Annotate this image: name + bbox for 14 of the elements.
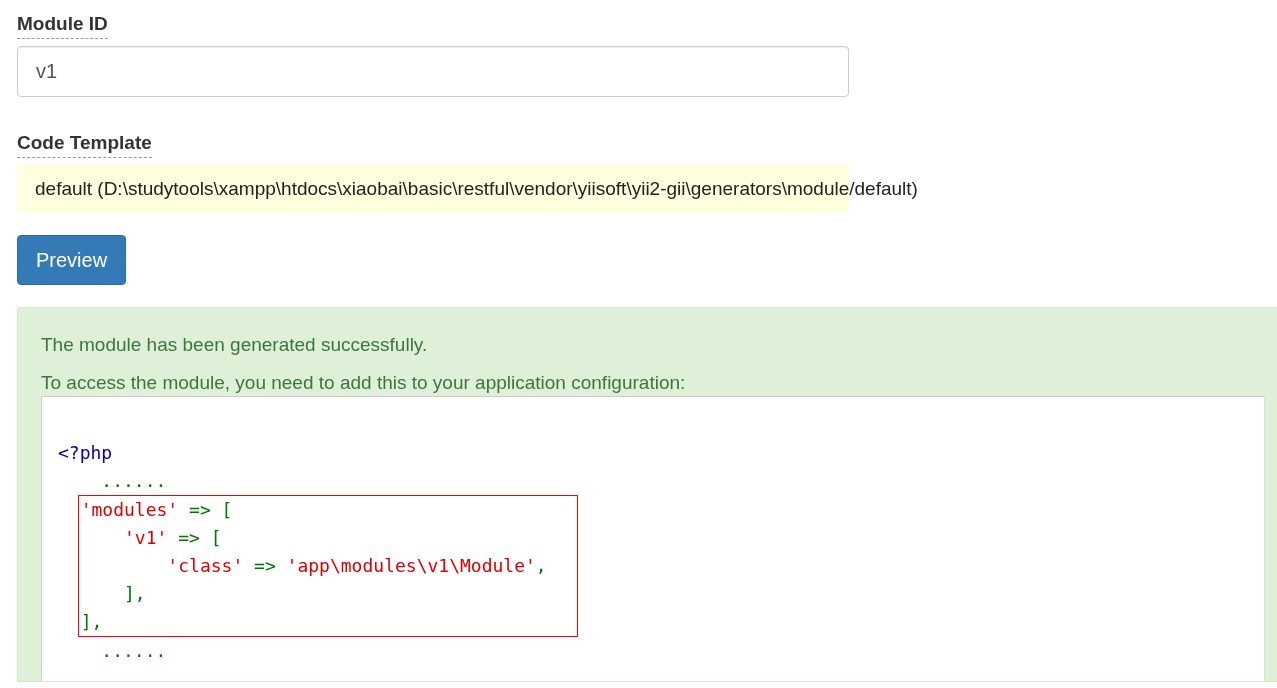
code-line: ], <box>79 610 104 634</box>
code-line: 'modules' => [ <box>79 498 234 522</box>
module-id-field[interactable]: v1 <box>17 46 849 97</box>
code-line: <?php <box>58 441 114 465</box>
preview-button[interactable]: Preview <box>17 235 127 285</box>
field-label: Module ID <box>17 13 108 39</box>
alert-message: To access the module, you need to add this to your application configuration: <box>41 372 687 394</box>
code-line: ], <box>123 582 147 606</box>
code-line: ...... <box>100 639 168 663</box>
code-line: ...... <box>100 469 168 493</box>
code-line: 'v1' => [ <box>123 526 223 550</box>
field-label: Code Template <box>17 132 152 158</box>
code-line: 'class' => 'app\modules\v1\Module', <box>166 554 548 578</box>
alert-message: The module has been generated successfully. <box>41 334 429 356</box>
